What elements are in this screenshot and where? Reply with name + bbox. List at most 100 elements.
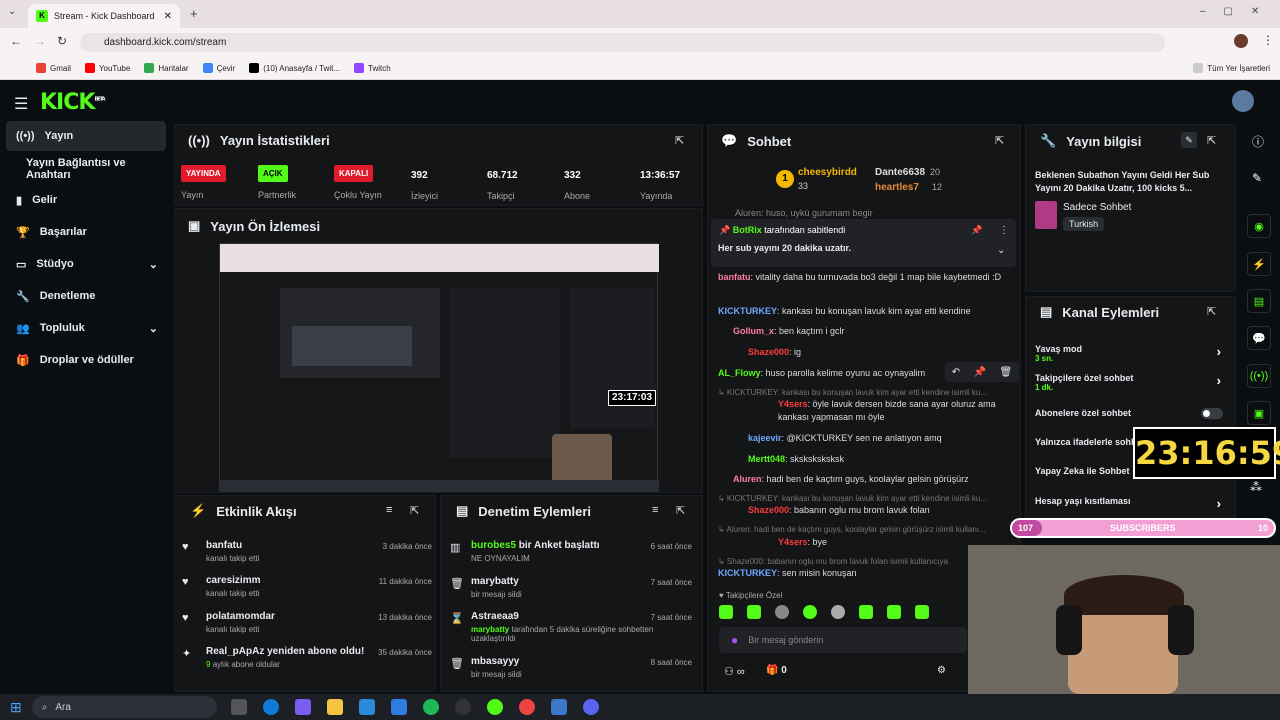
url-field[interactable]: dashboard.kick.com/stream bbox=[80, 33, 1165, 52]
bookmark-translate[interactable]: Çevir bbox=[202, 63, 235, 73]
reload-icon[interactable]: ↻ bbox=[57, 34, 67, 48]
browser-tab[interactable]: K Stream - Kick Dashboard ✕ bbox=[28, 4, 180, 28]
rail-chat-icon[interactable]: 💬 bbox=[1247, 326, 1271, 350]
emote-icon[interactable] bbox=[803, 605, 817, 619]
emote-icon[interactable] bbox=[915, 605, 929, 619]
rail-network-icon[interactable]: ⁂ bbox=[1250, 480, 1262, 494]
copilot-icon[interactable] bbox=[294, 699, 311, 715]
streamlabs-icon[interactable] bbox=[550, 699, 567, 715]
sidebar-item-gelir[interactable]: ▮ Gelir bbox=[6, 185, 166, 215]
sidebar-item-topluluk[interactable]: 👥 Topluluk ⌄ bbox=[6, 313, 166, 343]
chat-message[interactable]: Shaze000: babanın oglu mu brom lavuk fol… bbox=[718, 504, 1008, 517]
subs-only-row[interactable]: Abonelere özel sohbet bbox=[1035, 408, 1225, 419]
pinned-message[interactable]: 📌 BotRix tarafından sabitlendi Her sub y… bbox=[711, 219, 1016, 267]
sidebar-item-stream-key[interactable]: Yayın Bağlantısı ve Anahtarı bbox=[6, 154, 166, 184]
tag-chip[interactable]: Turkish bbox=[1063, 217, 1105, 231]
edit-icon[interactable]: ✎ bbox=[1181, 132, 1197, 148]
popout-icon[interactable]: ⇱ bbox=[675, 134, 684, 147]
obs-icon[interactable] bbox=[454, 699, 471, 715]
chat-input[interactable]: ● Bir mesaj gönderin bbox=[719, 627, 967, 653]
chat-points-icon[interactable]: ⚇ ∞ bbox=[724, 665, 745, 678]
popout-icon[interactable]: ⇱ bbox=[410, 504, 419, 517]
chat-message[interactable]: KICKTURKEY: kankası bu konuşan lavuk kim… bbox=[718, 305, 1008, 318]
chat-message[interactable]: Mertt048: sksksksksksk bbox=[718, 453, 1008, 466]
spotify-icon[interactable] bbox=[422, 699, 439, 715]
chat-message[interactable]: Gollum_x: ben kaçtım i gclr bbox=[718, 325, 1008, 338]
chat-message[interactable]: Aluren: hadi ben de kaçtım guys, koolayl… bbox=[718, 473, 1008, 486]
bookmark-youtube[interactable]: YouTube bbox=[84, 63, 130, 73]
subs-only-toggle[interactable] bbox=[1201, 408, 1223, 419]
sidebar-item-studyo[interactable]: ▭ Stüdyo ⌄ bbox=[6, 249, 166, 279]
menu-icon[interactable]: ⋮ bbox=[1262, 33, 1274, 47]
reply-icon[interactable]: ↶ bbox=[952, 367, 960, 378]
rail-camera-icon[interactable]: ◉ bbox=[1247, 214, 1271, 238]
new-tab-icon[interactable]: + bbox=[190, 6, 198, 21]
bookmark-twitter[interactable]: (10) Anasayfa / Twit... bbox=[249, 63, 340, 73]
hamburger-menu-icon[interactable]: ☰ bbox=[14, 94, 28, 114]
top-gifter-1[interactable]: cheesybirdd bbox=[798, 167, 857, 178]
discord-icon[interactable] bbox=[582, 699, 599, 715]
info-icon[interactable]: ⓘ bbox=[1252, 133, 1264, 150]
sidebar-item-basarilar[interactable]: 🏆 Başarılar bbox=[6, 217, 166, 247]
popout-icon[interactable]: ⇱ bbox=[676, 504, 685, 517]
tab-list-chevron-icon[interactable]: ⌄ bbox=[8, 6, 16, 17]
emote-icon[interactable] bbox=[775, 605, 789, 619]
stream-preview-video[interactable]: 23:17:03 bbox=[219, 243, 659, 492]
bookmark-gmail[interactable]: Gmail bbox=[36, 63, 71, 73]
rail-lightning-icon[interactable]: ⚡ bbox=[1247, 252, 1271, 276]
emote-icon[interactable] bbox=[887, 605, 901, 619]
rail-wrench-icon[interactable]: ▣ bbox=[1247, 401, 1271, 425]
mail-icon[interactable] bbox=[390, 699, 407, 715]
chat-message[interactable]: Y4sers: bye bbox=[718, 536, 1008, 549]
emote-icon[interactable] bbox=[831, 605, 845, 619]
filter-icon[interactable]: ≡ bbox=[652, 504, 658, 516]
microphone-icon[interactable]: ● bbox=[731, 633, 738, 647]
chat-settings-icon[interactable]: ⚙ bbox=[937, 665, 946, 676]
user-avatar[interactable] bbox=[1232, 90, 1254, 112]
kick-logo[interactable]: KICKBETA bbox=[40, 90, 106, 115]
unpin-icon[interactable]: 📌 bbox=[971, 225, 982, 236]
sidebar-item-yayin[interactable]: ((•)) Yayın bbox=[6, 121, 166, 151]
chat-message[interactable]: banfatu: vitality daha bu turnuvada bo3 … bbox=[718, 271, 1008, 284]
chevron-down-icon[interactable]: ⌄ bbox=[997, 245, 1005, 256]
category-name[interactable]: Sadece Sohbet bbox=[1063, 202, 1131, 213]
back-icon[interactable]: ← bbox=[10, 34, 22, 48]
close-tab-icon[interactable]: ✕ bbox=[164, 11, 172, 22]
emote-icon[interactable] bbox=[747, 605, 761, 619]
emote-icon[interactable] bbox=[719, 605, 733, 619]
top-gifter-2[interactable]: Dante6638 bbox=[875, 167, 925, 178]
pencil-icon[interactable]: ✎ bbox=[1252, 171, 1262, 185]
taskbar-search[interactable]: ⌕ Ara bbox=[31, 696, 217, 718]
chat-message[interactable]: Shaze000: ig bbox=[718, 346, 1008, 359]
sidebar-item-denetleme[interactable]: 🔧 Denetleme bbox=[6, 281, 166, 311]
windows-start-icon[interactable]: ⊞ bbox=[10, 699, 22, 716]
bookmark-twitch[interactable]: Twitch bbox=[354, 63, 391, 73]
edge-icon[interactable] bbox=[262, 699, 279, 715]
gift-points[interactable]: 🎁 0 bbox=[766, 665, 787, 676]
emote-icon[interactable] bbox=[859, 605, 873, 619]
file-explorer-icon[interactable] bbox=[326, 699, 343, 715]
chat-message[interactable]: KICKTURKEY: sen misin konuşan bbox=[718, 567, 1008, 580]
window-controls[interactable]: –▢✕ bbox=[1200, 6, 1277, 17]
store-icon[interactable] bbox=[358, 699, 375, 715]
task-view-icon[interactable] bbox=[230, 699, 247, 715]
followers-only-row[interactable]: Takipçilere özel sohbet 1 dk. › bbox=[1035, 373, 1225, 392]
popout-icon[interactable]: ⇱ bbox=[995, 134, 1004, 147]
kick-app-icon[interactable] bbox=[486, 699, 503, 715]
pin-icon[interactable]: 📌 bbox=[974, 367, 986, 378]
bookmark-maps[interactable]: Haritalar bbox=[144, 63, 189, 73]
popout-icon[interactable]: ⇱ bbox=[1207, 305, 1216, 318]
trash-icon[interactable]: 🗑 bbox=[1000, 367, 1013, 378]
top-gifter-3[interactable]: heartles7 bbox=[875, 182, 919, 193]
all-bookmarks[interactable]: Tüm Yer İşaretleri bbox=[1193, 63, 1270, 73]
popout-icon[interactable]: ⇱ bbox=[1207, 134, 1216, 147]
chat-message[interactable]: kajeevir: @KICKTURKEY sen ne anlatıyon a… bbox=[718, 432, 1008, 445]
chat-message[interactable]: Y4sers: öyle lavuk dersen bizde sana aya… bbox=[718, 398, 1008, 424]
filter-icon[interactable]: ≡ bbox=[386, 504, 392, 516]
sidebar-item-droplar[interactable]: 🎁 Droplar ve ödüller bbox=[6, 345, 166, 375]
chrome-icon[interactable] bbox=[518, 699, 535, 715]
more-icon[interactable]: ⋮ bbox=[999, 225, 1009, 236]
rail-broadcast-icon[interactable]: ((•)) bbox=[1247, 364, 1271, 388]
account-age-row[interactable]: Hesap yaşı kısıtlaması › bbox=[1035, 496, 1225, 511]
slow-mode-row[interactable]: Yavaş mod 3 sn. › bbox=[1035, 344, 1225, 363]
